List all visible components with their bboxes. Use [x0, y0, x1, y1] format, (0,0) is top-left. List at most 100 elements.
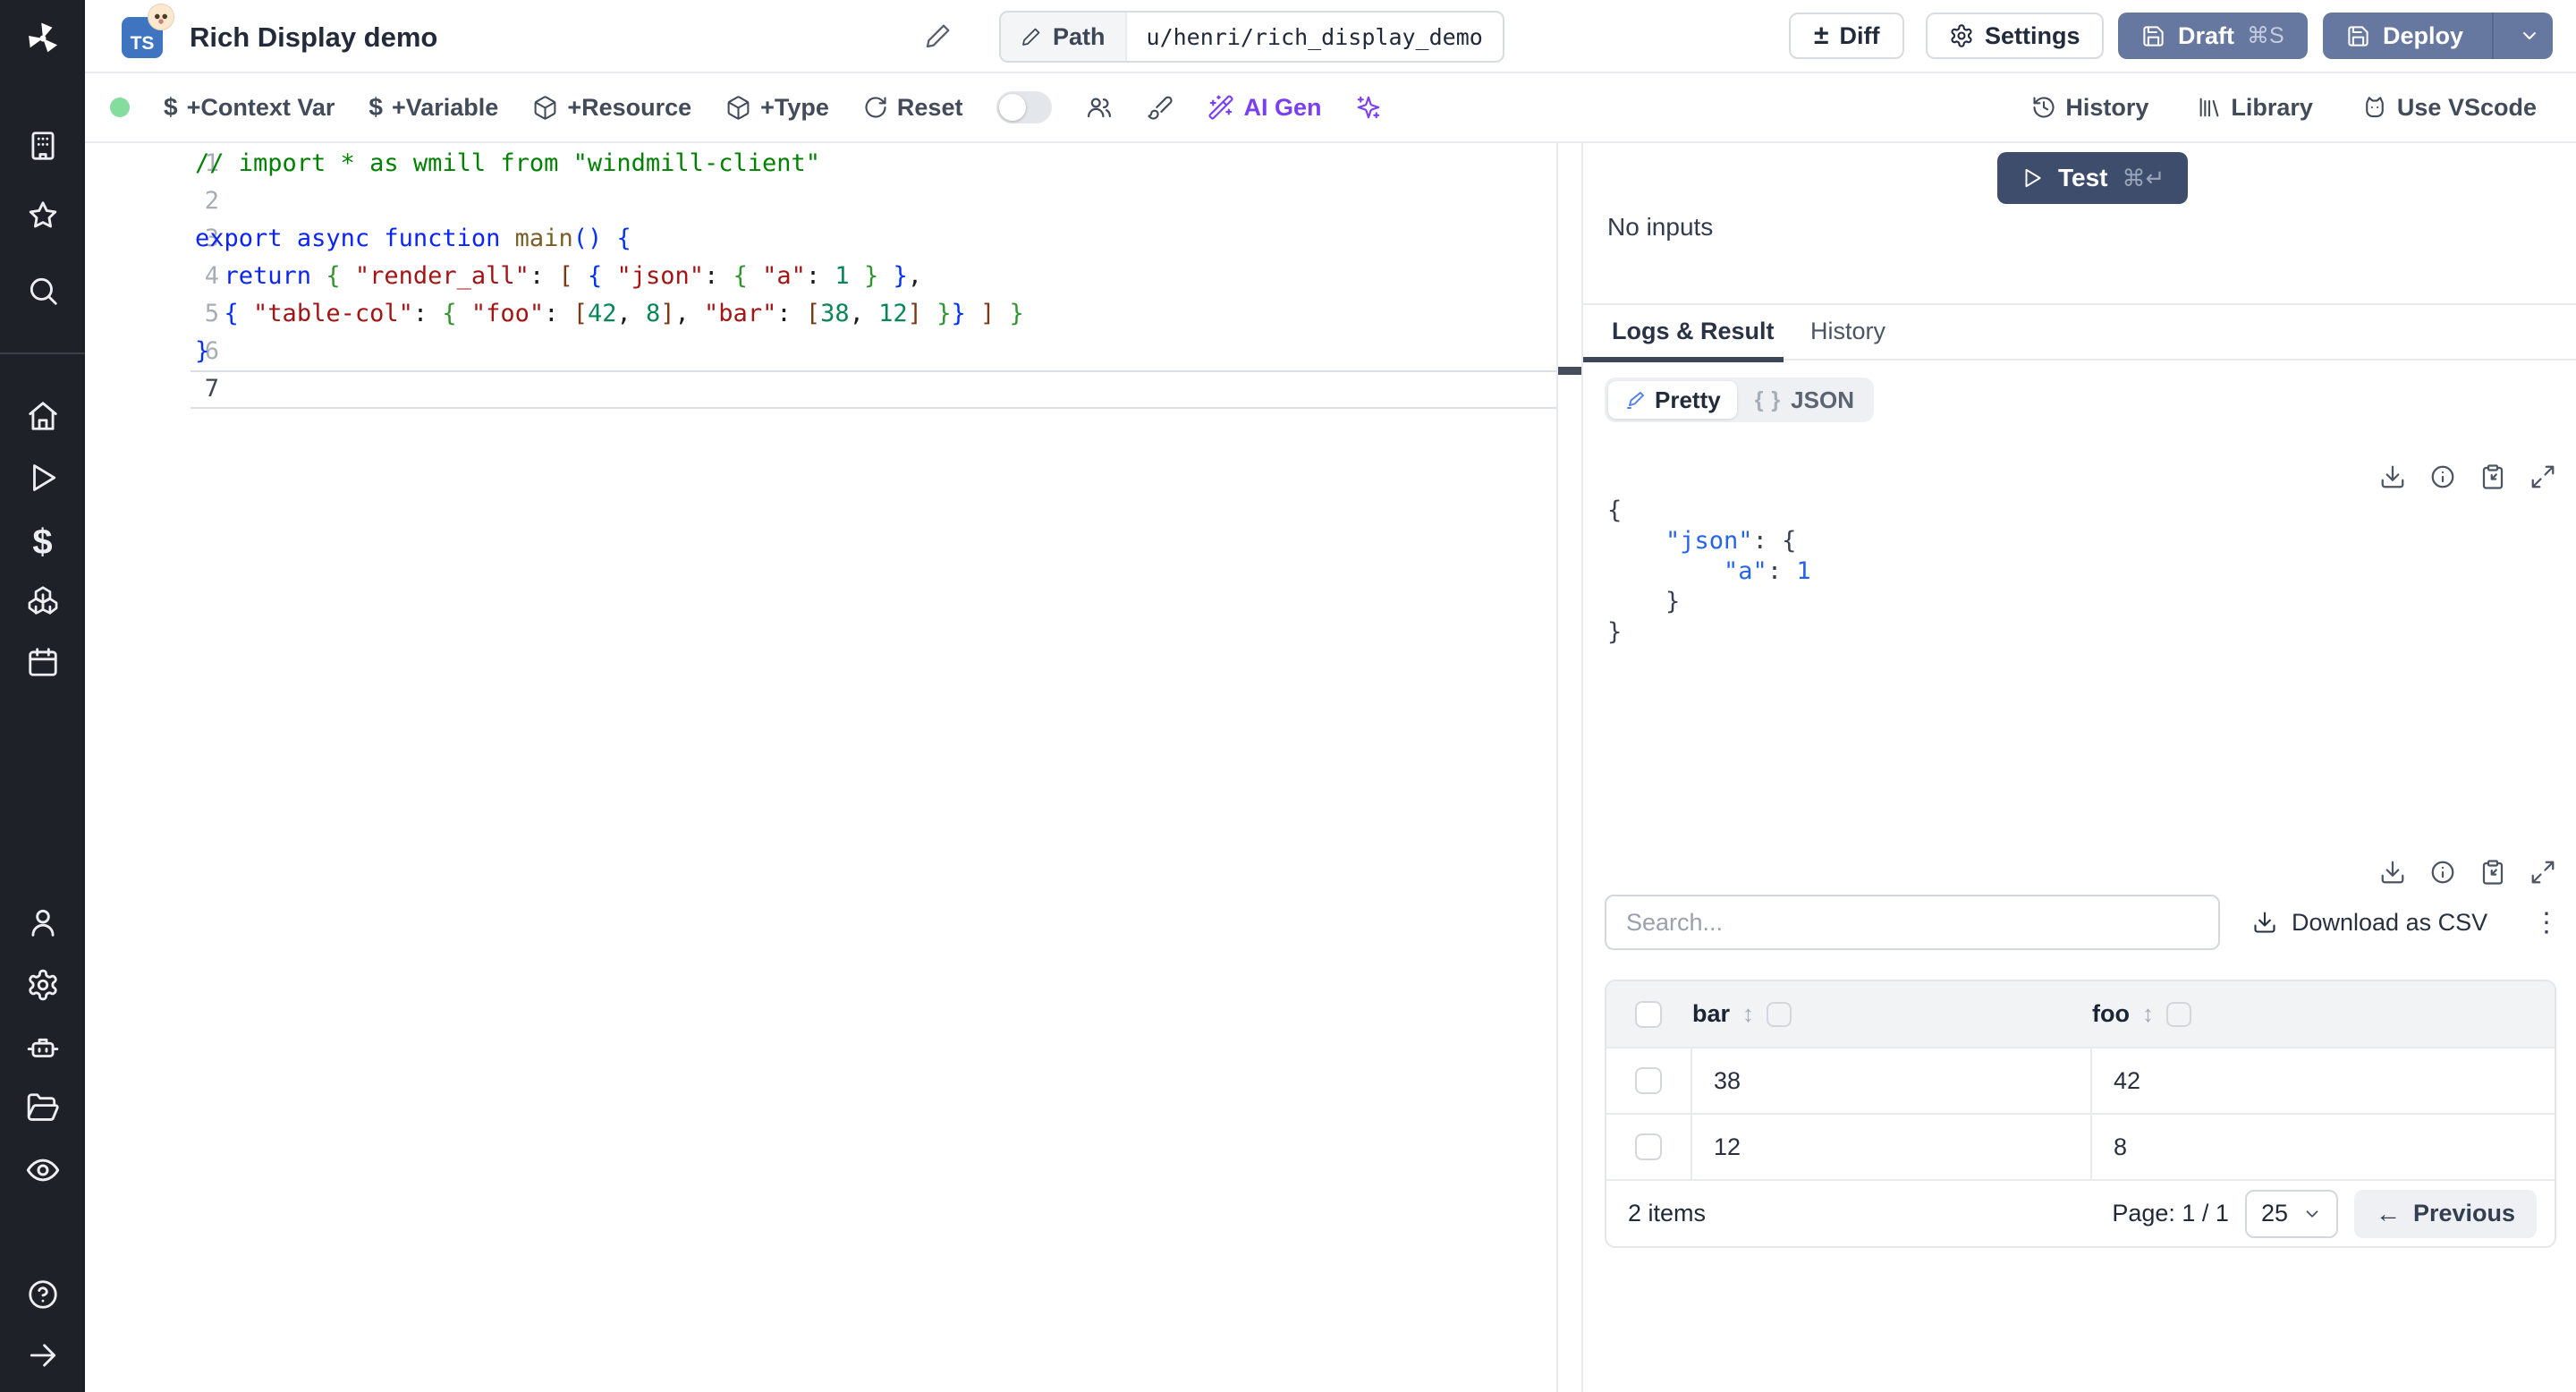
gear-icon: [1951, 24, 1972, 47]
ai-gen-button[interactable]: AI Gen: [1208, 94, 1321, 122]
search-icon[interactable]: [0, 274, 85, 308]
use-vscode-label: Use VScode: [2396, 93, 2537, 121]
reset-button[interactable]: Reset: [863, 94, 962, 122]
previous-page-button[interactable]: ← Previous: [2353, 1189, 2537, 1238]
deploy-label: Deploy: [2383, 21, 2464, 49]
audit-logs-eye-icon[interactable]: [0, 1152, 85, 1188]
table-menu-kebab[interactable]: ⋮: [2533, 895, 2560, 950]
tab-history[interactable]: History: [1810, 318, 1885, 345]
arrow-left-icon: ←: [2375, 1199, 2401, 1227]
info-icon[interactable]: [2429, 859, 2456, 886]
workers-robot-icon[interactable]: [0, 1031, 85, 1065]
diff-mode-toggle[interactable]: [996, 91, 1053, 123]
result-actions: [2379, 463, 2556, 490]
favorites-star-icon[interactable]: [0, 199, 85, 233]
table-row[interactable]: 38 42: [1606, 1047, 2555, 1113]
test-label: Test: [2058, 164, 2108, 191]
add-resource-button[interactable]: +Resource: [532, 94, 691, 122]
use-vscode-button[interactable]: Use VScode: [2361, 94, 2537, 122]
items-count: 2 items: [1628, 1200, 1707, 1226]
draft-button[interactable]: Draft ⌘S: [2118, 13, 2308, 59]
collaborators-button[interactable]: [1086, 94, 1113, 121]
deploy-button[interactable]: Deploy: [2323, 13, 2554, 59]
result-view-toggle: Pretty { } JSON: [1605, 378, 1874, 422]
row-checkbox[interactable]: [1635, 1133, 1662, 1160]
settings-label: Settings: [1985, 21, 2080, 49]
download-icon[interactable]: [2379, 859, 2406, 886]
play-icon: [2025, 168, 2041, 188]
edit-summary-pencil-icon[interactable]: [924, 21, 953, 50]
download-icon[interactable]: [2379, 463, 2406, 490]
workspace-icon[interactable]: [0, 129, 85, 163]
page-indicator: Page: 1 / 1: [2112, 1200, 2229, 1226]
chevron-down-icon: [2306, 1210, 2318, 1218]
result-table: bar ↕ foo ↕ 38 42 12 8 2 items Page: 1 / 1 …: [1605, 980, 2556, 1248]
table-header: bar ↕ foo ↕: [1606, 981, 2555, 1047]
test-button[interactable]: Test ⌘↵: [1997, 152, 2189, 204]
schedules-calendar-icon[interactable]: [0, 645, 85, 679]
runs-play-icon[interactable]: [0, 461, 85, 495]
settings-gear-icon[interactable]: [0, 968, 85, 1002]
home-icon[interactable]: [0, 399, 85, 433]
path-control[interactable]: Path u/henri/rich_display_demo: [999, 11, 1504, 63]
settings-button[interactable]: Settings: [1926, 13, 2104, 59]
expand-sidebar-arrow-icon[interactable]: [0, 1338, 85, 1372]
add-type-button[interactable]: +Type: [725, 94, 829, 122]
deploy-dropdown-caret[interactable]: [2506, 25, 2553, 47]
brush-icon: [1148, 96, 1174, 120]
expand-icon[interactable]: [2529, 859, 2556, 886]
kebab-icon: ⋮: [2533, 907, 2560, 938]
column-toggle[interactable]: [2165, 1001, 2191, 1027]
row-checkbox[interactable]: [1635, 1067, 1662, 1094]
users-person-icon[interactable]: [0, 905, 85, 939]
folders-icon[interactable]: [0, 1091, 85, 1125]
table-row[interactable]: 12 8: [1606, 1113, 2555, 1179]
json-view-button[interactable]: { } JSON: [1739, 381, 1870, 419]
splitter-drag-handle[interactable]: [1558, 367, 1581, 375]
pencil-icon: [1022, 28, 1040, 46]
format-brush-button[interactable]: [1147, 94, 1174, 121]
sort-icon[interactable]: ↕: [2142, 1000, 2154, 1028]
library-button[interactable]: Library: [2197, 94, 2313, 122]
diff-label: Diff: [1839, 21, 1880, 49]
path-value[interactable]: u/henri/rich_display_demo: [1127, 13, 1503, 61]
table-search-input[interactable]: Search...: [1605, 895, 2220, 950]
download-csv-label: Download as CSV: [2292, 908, 2488, 936]
column-header-bar[interactable]: bar: [1692, 1000, 1730, 1028]
copy-to-clipboard-icon[interactable]: [2479, 859, 2506, 886]
history-label: History: [2065, 93, 2149, 121]
dollar-icon: $: [164, 93, 178, 121]
column-header-foo[interactable]: foo: [2092, 1000, 2130, 1028]
tab-logs-and-result[interactable]: Logs & Result: [1612, 318, 1775, 345]
help-icon[interactable]: [0, 1277, 85, 1311]
search-placeholder: Search...: [1626, 908, 1724, 936]
cell-foo: 8: [2090, 1115, 2555, 1179]
copy-to-clipboard-icon[interactable]: [2479, 463, 2506, 490]
add-variable-button[interactable]: $ +Variable: [369, 93, 498, 122]
test-shortcut: ⌘↵: [2122, 164, 2165, 191]
column-toggle[interactable]: [1767, 1001, 1792, 1027]
history-button[interactable]: History: [2031, 94, 2148, 122]
diff-button[interactable]: ± Diff: [1789, 13, 1905, 59]
ai-gen-label: AI Gen: [1243, 93, 1322, 121]
sparkles-button[interactable]: [1355, 94, 1382, 121]
path-label-text: Path: [1053, 22, 1106, 50]
active-tab-underline: [1583, 357, 1784, 362]
variables-dollar-icon[interactable]: $: [0, 522, 85, 563]
page-size-value: 25: [2260, 1200, 2288, 1226]
panel-splitter[interactable]: [1556, 143, 1581, 1392]
history-icon: [2033, 97, 2055, 118]
expand-icon[interactable]: [2529, 463, 2556, 490]
info-icon[interactable]: [2429, 463, 2456, 490]
add-context-var-button[interactable]: $ +Context Var: [164, 93, 335, 122]
path-label[interactable]: Path: [1001, 13, 1127, 61]
code-editor[interactable]: 1// import * as wmill from "windmill-cli…: [85, 143, 1556, 1392]
resources-boxes-icon[interactable]: [0, 583, 85, 617]
select-all-checkbox[interactable]: [1635, 1000, 1662, 1028]
pretty-view-button[interactable]: Pretty: [1608, 381, 1737, 419]
page-size-select[interactable]: 25: [2244, 1189, 2338, 1238]
windmill-logo[interactable]: [0, 20, 85, 57]
sort-icon[interactable]: ↕: [1742, 1000, 1754, 1028]
download-csv-button[interactable]: Download as CSV: [2252, 895, 2487, 950]
vscode-cat-icon: [2366, 97, 2384, 118]
